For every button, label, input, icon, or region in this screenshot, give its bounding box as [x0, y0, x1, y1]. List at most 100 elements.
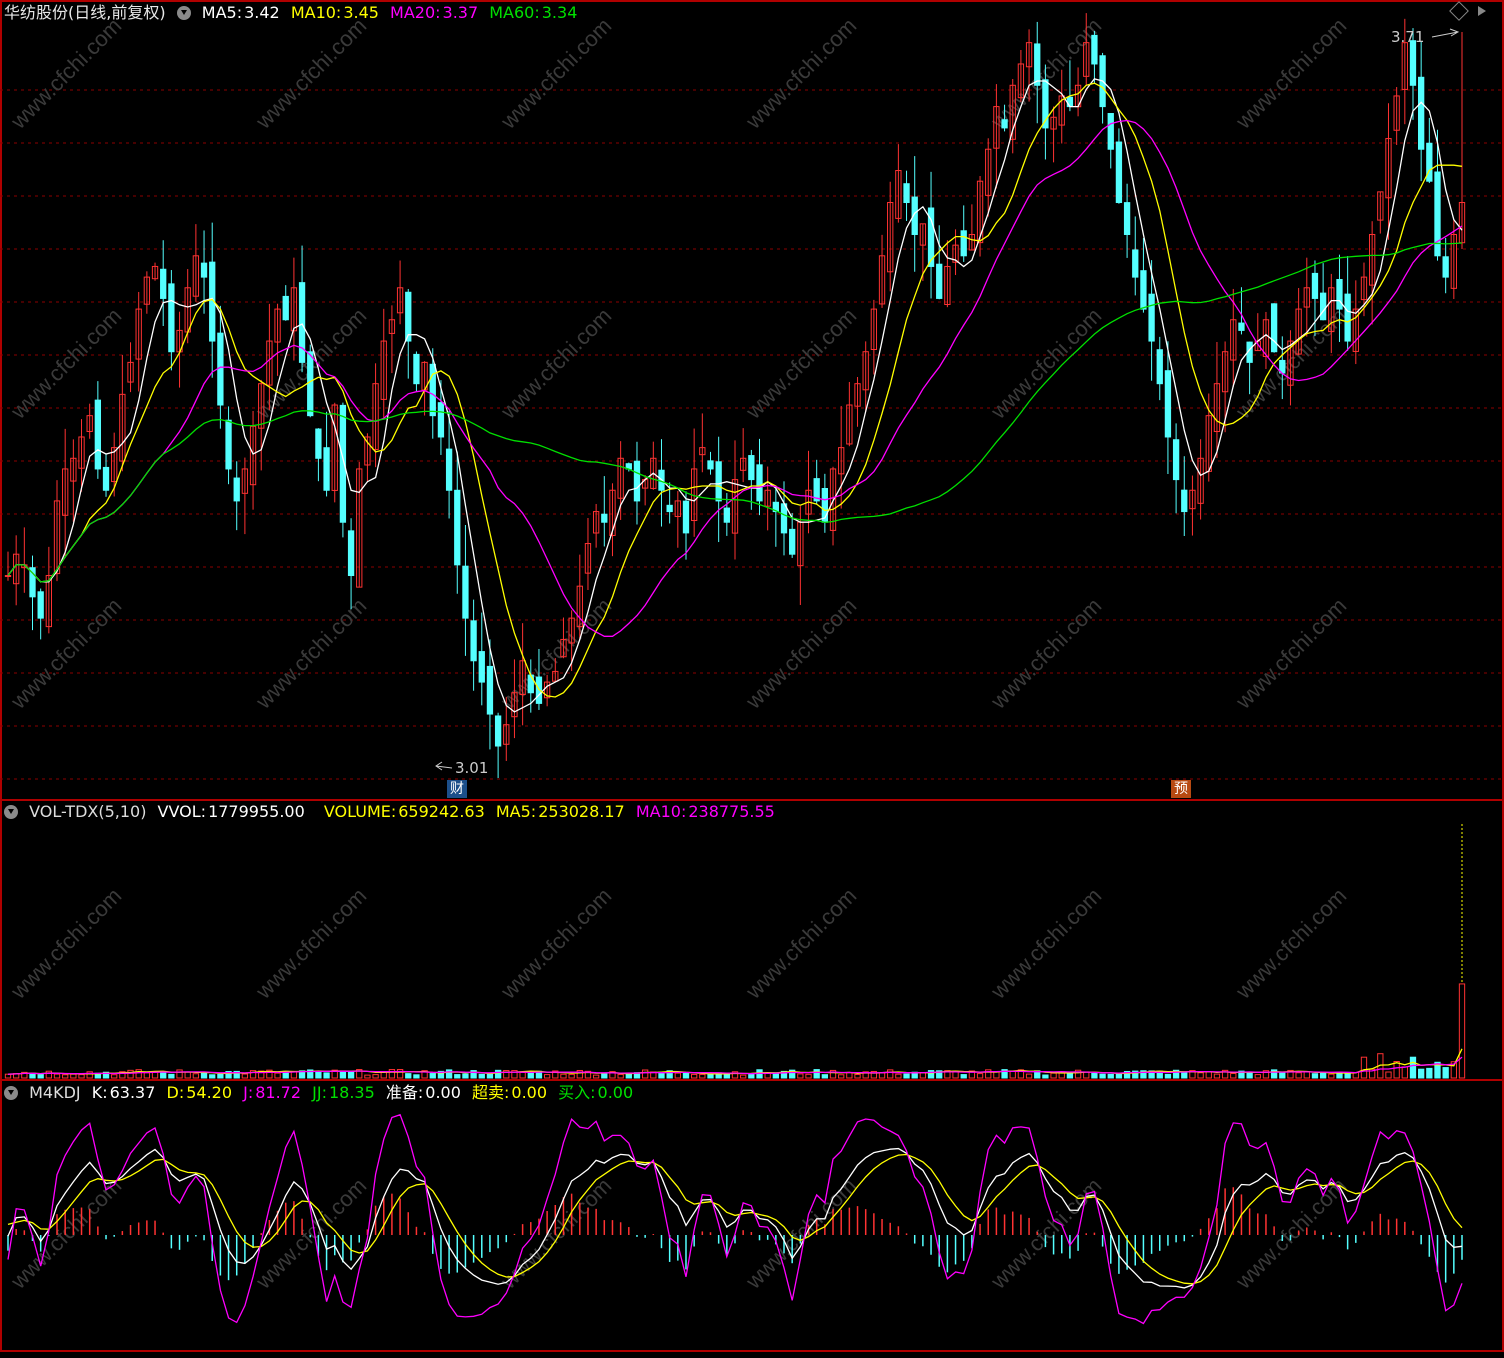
volume-bar [617, 1073, 624, 1079]
volume-bar [135, 1069, 142, 1079]
volume-bar [396, 1069, 404, 1079]
volume-bar [127, 1069, 134, 1079]
stock-chart-window[interactable]: www.cfchi.com www.cfchi.com www.cfchi.com w… [0, 0, 1504, 1354]
volume-bar [445, 1069, 453, 1079]
chart-canvas[interactable]: www.cfchi.com www.cfchi.com www.cfchi.com w… [0, 0, 1504, 1354]
volume-bar [699, 1073, 706, 1079]
candle-body [470, 620, 477, 662]
kdj-indicator-name: M4KDJ [29, 1083, 81, 1102]
volume-bar [53, 1073, 61, 1079]
volume-bar [364, 1074, 371, 1079]
candle-body [486, 665, 494, 715]
volume-bar [1246, 1071, 1253, 1079]
volume-bar [641, 1069, 649, 1079]
volume-bar [200, 1071, 208, 1079]
ma5-label: MA5: [201, 3, 243, 22]
candle-body [37, 591, 44, 619]
watermark-text: www.cfchi.com [495, 303, 616, 424]
volume-bar [1197, 1072, 1204, 1079]
candle-body [323, 447, 330, 491]
volume-bar [560, 1073, 567, 1079]
candle-body [601, 513, 608, 523]
volume-bar [674, 1072, 681, 1079]
ma60-label: MA60: [489, 3, 540, 22]
volume-bar [748, 1073, 755, 1079]
volume-bar [543, 1074, 551, 1079]
volume-bar [454, 1074, 461, 1079]
j-label: J: [243, 1083, 254, 1102]
volume-bar [601, 1073, 608, 1079]
candle-body [789, 528, 796, 555]
volume-bar [1385, 1071, 1392, 1079]
price-legend: 华纺股份(日线,前复权) MA5: 3.42 MA10: 3.45 MA20: 3.3… [4, 2, 583, 24]
volume-bar [854, 1073, 861, 1079]
d-value: 54.20 [186, 1083, 233, 1102]
vol-ma10-label: MA10: [635, 802, 687, 821]
volume-bar [813, 1069, 820, 1079]
volume-bar [960, 1074, 967, 1079]
volume-bar [339, 1070, 347, 1079]
watermark-text: www.cfchi.com [985, 593, 1106, 714]
volume-bar [805, 1073, 812, 1079]
prep-label: 准备: [385, 1083, 424, 1102]
jj-value: 18.35 [328, 1083, 375, 1102]
candle-body [723, 507, 730, 523]
watermark-text: www.cfchi.com [1230, 883, 1351, 1004]
volume-bar [821, 1074, 829, 1079]
volume-value: 659242.63 [398, 802, 485, 821]
volume-bar [388, 1069, 396, 1079]
expand-arrow-icon[interactable] [1478, 6, 1486, 16]
ma10-line [7, 82, 1463, 698]
watermark-text: www.cfchi.com [985, 1173, 1106, 1294]
candle-body [168, 283, 175, 353]
volume-bar [1409, 1056, 1417, 1079]
volume-bar [707, 1073, 714, 1079]
forecast-tag[interactable]: 预 [1171, 780, 1191, 798]
high-price-label: 3.71 [1391, 28, 1425, 46]
volume-bar [691, 1073, 698, 1079]
volume-bar [838, 1074, 845, 1079]
volume-bar [192, 1073, 200, 1079]
vol-ma5-label: MA5: [495, 802, 537, 821]
volume-bar [478, 1073, 485, 1079]
oversold-label: 超卖: [472, 1083, 510, 1102]
candle-body [960, 230, 967, 257]
k-value: 63.37 [109, 1083, 156, 1102]
volume-bar [682, 1072, 690, 1079]
financial-report-tag[interactable]: 财 [447, 780, 467, 798]
candle-body [1442, 256, 1449, 278]
volume-bar [347, 1070, 355, 1079]
candle-body [494, 715, 502, 747]
candle-body [405, 291, 412, 342]
j-line [7, 1113, 1463, 1325]
volume-bar [1091, 1072, 1098, 1079]
kdj-menu-icon[interactable] [4, 1086, 18, 1100]
vol-menu-icon[interactable] [4, 805, 18, 819]
buy-value: 0.00 [597, 1083, 634, 1102]
candle-body [102, 466, 110, 491]
candle-body [1156, 349, 1163, 385]
watermark-text: www.cfchi.com [985, 883, 1106, 1004]
candle-body [1091, 34, 1098, 65]
volume-bar [1181, 1071, 1188, 1079]
candle-body [1066, 96, 1074, 108]
volume-bar [176, 1069, 183, 1079]
watermark-text: www.cfchi.com [250, 593, 371, 714]
volume-bar [846, 1072, 853, 1079]
vvol-label: VVOL: [157, 802, 207, 821]
volume-bar [1426, 1067, 1433, 1079]
volume-bar [45, 1070, 52, 1079]
candle-body [478, 651, 485, 683]
menu-dropdown-icon[interactable] [176, 6, 191, 20]
volume-bar [1042, 1074, 1049, 1079]
candle-body [454, 489, 461, 566]
vol-ma5-value: 253028.17 [538, 802, 625, 821]
volume-bar [1393, 1061, 1400, 1079]
volume-label: VOLUME: [323, 802, 397, 821]
candle-body [1115, 141, 1123, 204]
jj-label: JJ: [312, 1083, 327, 1102]
vol-ma5-line [7, 1048, 1463, 1075]
candle-body [429, 363, 436, 417]
ma20-value: 3.37 [442, 3, 479, 22]
volume-bar [151, 1071, 159, 1079]
